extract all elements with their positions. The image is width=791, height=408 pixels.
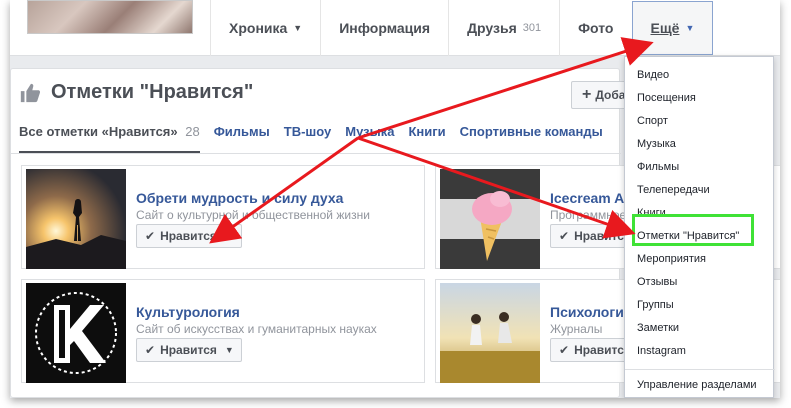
subtab-tv[interactable]: ТВ-шоу — [284, 124, 332, 153]
page-category: Сайт об искусствах и гуманитарных науках — [136, 322, 377, 336]
menu-item-video[interactable]: Видео — [637, 69, 669, 81]
page-category: Журналы — [550, 322, 603, 336]
liked-button[interactable]: ✔ Нравится ▼ — [136, 224, 242, 248]
liked-page-card: Обрети мудрость и силу духа Сайт о культ… — [21, 165, 425, 269]
menu-item-checkins[interactable]: Посещения — [637, 92, 696, 104]
checkmark-icon: ✔ — [145, 229, 156, 243]
menu-divider — [625, 369, 775, 370]
chevron-down-icon: ▼ — [293, 23, 303, 33]
plus-icon: + — [582, 86, 592, 103]
subtab-books[interactable]: Книги — [408, 124, 445, 153]
menu-item-sports[interactable]: Спорт — [637, 115, 668, 127]
page-name[interactable]: Icecream A — [550, 190, 624, 206]
likes-category-tabs: Все отметки «Нравится» 28 Фильмы ТВ-шоу … — [19, 124, 617, 153]
divider — [11, 153, 621, 154]
chevron-down-icon: ▼ — [224, 231, 234, 241]
profile-nav-bar: Хроника ▼ Информация Друзья 301 Фото Ещё… — [10, 0, 780, 56]
likes-count: 28 — [185, 124, 200, 139]
page-photo-icecream[interactable] — [440, 169, 540, 269]
menu-item-events[interactable]: Мероприятия — [637, 253, 706, 265]
section-header: Отметки "Нравится" — [19, 81, 253, 104]
subtab-all-likes[interactable]: Все отметки «Нравится» 28 — [19, 124, 200, 153]
page-category: Сайт о культурной и общественной жизни — [136, 208, 370, 222]
section-title: Отметки "Нравится" — [51, 81, 254, 103]
page-category: Программное — [550, 208, 627, 222]
friends-count: 301 — [522, 22, 542, 34]
checkmark-icon: ✔ — [145, 343, 156, 357]
menu-item-reviews[interactable]: Отзывы — [637, 276, 677, 288]
facebook-profile-window: Хроника ▼ Информация Друзья 301 Фото Ещё… — [10, 0, 780, 398]
page-photo-sunset[interactable] — [26, 169, 126, 269]
thumbs-up-icon — [20, 83, 41, 102]
tab-about[interactable]: Информация — [320, 0, 448, 56]
liked-page-card: Культурология Сайт об искусствах и гуман… — [21, 279, 425, 383]
page-name[interactable]: Культурология — [136, 304, 240, 320]
checkmark-icon: ✔ — [559, 343, 570, 357]
subtab-sports-teams[interactable]: Спортивные команды — [460, 124, 603, 153]
subtab-music[interactable]: Музыка — [345, 124, 394, 153]
page-logo-k[interactable] — [26, 283, 126, 383]
subtab-movies[interactable]: Фильмы — [214, 124, 270, 153]
menu-item-notes[interactable]: Заметки — [637, 322, 679, 334]
highlight-box — [632, 214, 754, 246]
tab-more[interactable]: Ещё ▼ — [631, 1, 714, 55]
page-photo-field[interactable] — [440, 283, 540, 383]
menu-item-tv-shows[interactable]: Телепередачи — [637, 184, 710, 196]
tab-photos[interactable]: Фото — [559, 0, 631, 56]
page-name[interactable]: Психологи — [550, 304, 624, 320]
profile-tabs: Хроника ▼ Информация Друзья 301 Фото Ещё… — [210, 0, 714, 56]
liked-pages-grid: Обрети мудрость и силу духа Сайт о культ… — [21, 165, 780, 398]
menu-item-instagram[interactable]: Instagram — [637, 345, 686, 357]
chevron-down-icon: ▼ — [685, 23, 695, 33]
menu-item-manage-sections[interactable]: Управление разделами — [637, 379, 757, 391]
menu-item-groups[interactable]: Группы — [637, 299, 674, 311]
checkmark-icon: ✔ — [559, 229, 570, 243]
tab-friends[interactable]: Друзья 301 — [448, 0, 559, 56]
cover-photo-thumbnail[interactable] — [27, 0, 193, 34]
tab-timeline[interactable]: Хроника ▼ — [210, 0, 320, 56]
page-name[interactable]: Обрети мудрость и силу духа — [136, 190, 343, 206]
menu-item-movies[interactable]: Фильмы — [637, 161, 679, 173]
menu-item-music[interactable]: Музыка — [637, 138, 676, 150]
chevron-down-icon: ▼ — [224, 345, 234, 355]
liked-button[interactable]: ✔ Нравится ▼ — [136, 338, 242, 362]
likes-section: Отметки "Нравится" + Доба Все отметки «Н… — [10, 68, 780, 398]
